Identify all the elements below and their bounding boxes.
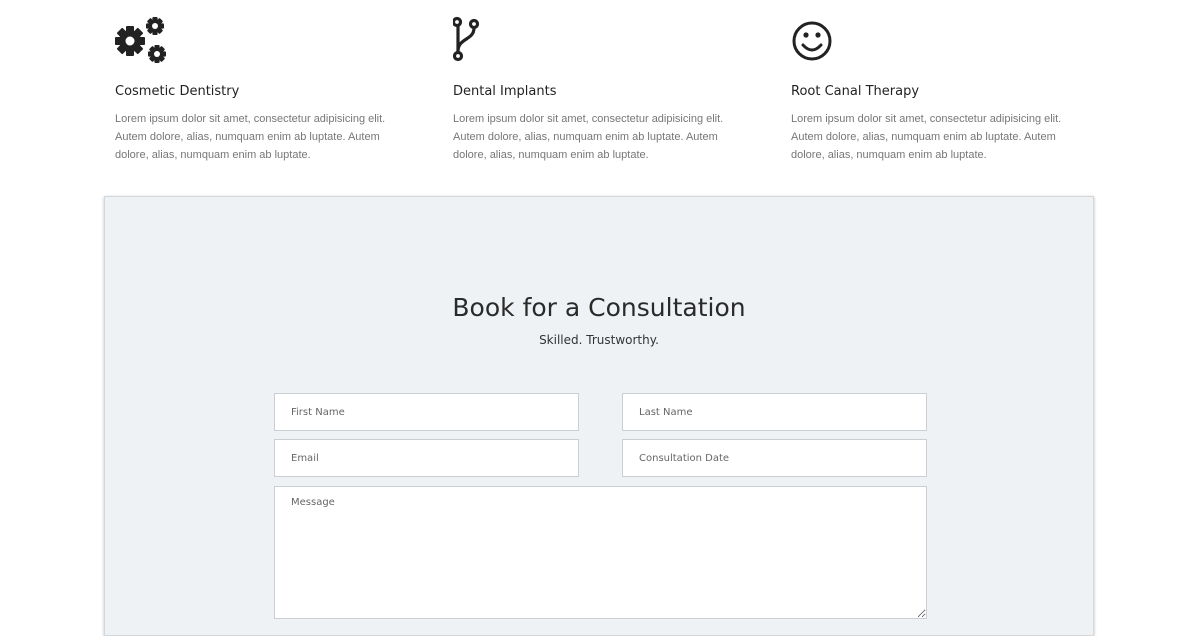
feature-title: Root Canal Therapy	[791, 84, 920, 99]
email-input[interactable]	[274, 439, 579, 477]
feature-description: Lorem ipsum dolor sit amet, consectetur …	[453, 113, 724, 161]
feature-root-canal-therapy: Root Canal Therapy Lorem ipsum dolor sit…	[791, 14, 1081, 161]
first-name-input[interactable]	[274, 393, 579, 431]
last-name-input[interactable]	[622, 393, 927, 431]
features-section: Cosmetic Dentistry Lorem ipsum dolor sit…	[0, 0, 1200, 196]
message-textarea[interactable]	[274, 486, 927, 619]
consultation-date-input[interactable]	[622, 439, 927, 477]
feature-description: Lorem ipsum dolor sit amet, consectetur …	[115, 113, 386, 161]
feature-dental-implants: Dental Implants Lorem ipsum dolor sit am…	[453, 14, 743, 161]
feature-description: Lorem ipsum dolor sit amet, consectetur …	[791, 113, 1062, 161]
booking-section: Book for a Consultation Skilled. Trustwo…	[104, 196, 1094, 636]
branch-icon	[453, 16, 480, 62]
booking-title: Book for a Consultation	[452, 293, 746, 322]
feature-title: Cosmetic Dentistry	[115, 84, 240, 99]
smiley-icon	[792, 21, 832, 61]
gears-icon	[115, 17, 166, 63]
booking-subtitle: Skilled. Trustworthy.	[539, 333, 659, 347]
feature-title: Dental Implants	[453, 84, 557, 99]
feature-cosmetic-dentistry: Cosmetic Dentistry Lorem ipsum dolor sit…	[115, 14, 405, 161]
